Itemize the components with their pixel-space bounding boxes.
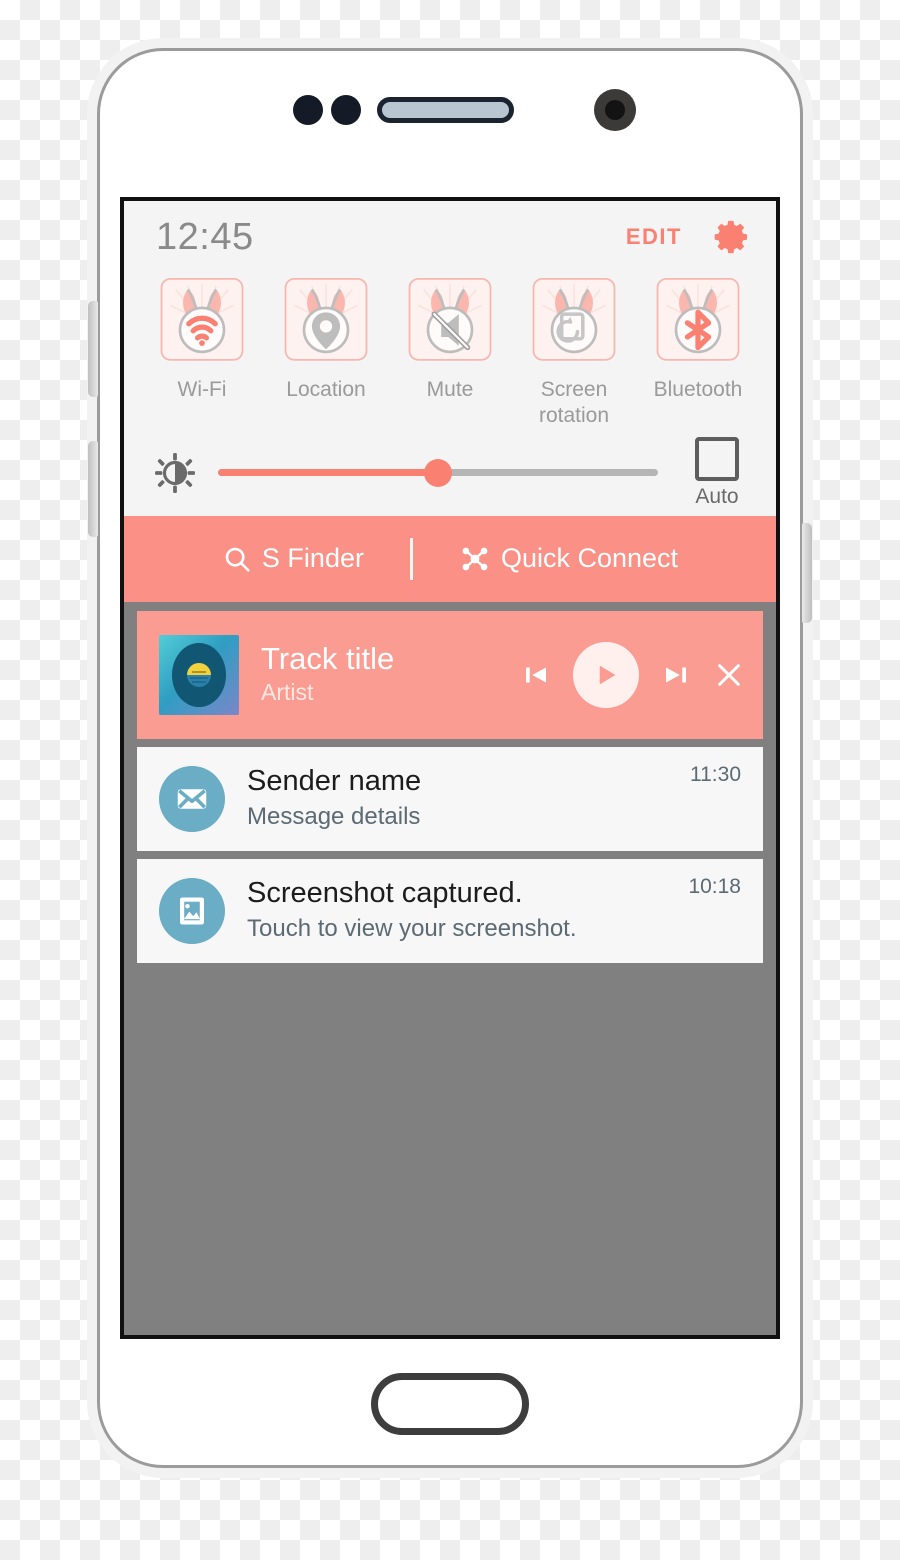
avatar [159,877,225,944]
wifi-badge [158,277,246,367]
brightness-icon [155,452,195,493]
next-track-icon [666,667,686,682]
quick-toggle-label: Location [286,378,366,401]
envelope-icon [177,788,207,809]
quick-toggle-label: Wi-Fi [177,378,227,401]
light-sensor-icon [331,95,361,125]
search-icon [225,547,250,572]
vinyl-record-art [159,634,239,715]
notification-title: Screenshot captured. [247,877,523,910]
phone-screen: 12:45 EDIT Wi-Fi Location Mute Screen ro… [120,197,780,1339]
notification-subtitle: Message details [247,802,421,830]
play-icon [599,665,616,684]
brightness-row: Auto [124,430,776,516]
mute-badge [406,277,494,367]
quick-toggle-bluetooth[interactable]: Bluetooth [642,277,754,430]
home-button[interactable] [371,1373,529,1435]
notification-title: Sender name [247,765,422,798]
notification-time: 10:18 [688,874,741,898]
quick-toggle-wifi[interactable]: Wi-Fi [146,277,258,430]
play-button[interactable] [573,641,639,708]
previous-track-icon [526,667,546,682]
s-finder-button[interactable]: S Finder [222,543,364,574]
checkbox-square[interactable] [695,436,739,481]
bluetooth-badge [654,277,742,367]
clock: 12:45 [156,216,254,258]
finder-bar: S Finder Quick Connect [124,515,776,602]
avatar [159,765,225,832]
location-pin-icon [284,278,368,361]
track-artist: Artist [261,679,314,706]
earpiece-speaker [377,97,514,123]
media-player-notification[interactable]: Track title Artist [137,610,763,739]
screen-rotation-badge [530,277,618,367]
phone-device: 12:45 EDIT Wi-Fi Location Mute Screen ro… [88,48,812,1468]
quick-toggle-mute[interactable]: Mute [394,277,506,430]
notification-area: Track title Artist Sender name Message d… [124,601,776,963]
close-media-button[interactable] [713,659,745,691]
quick-toggle-label: Mute [426,378,474,401]
s-finder-label: S Finder [261,543,364,573]
quick-toggle-label: Bluetooth [653,378,743,401]
quick-toggle-screen-rotation[interactable]: Screen rotation [518,277,630,430]
slider-knob[interactable] [424,458,452,487]
edit-button[interactable]: EDIT [626,224,682,250]
volume-up-button[interactable] [88,301,98,397]
notification-body: Sender name Message details [247,765,676,831]
notification-body: Screenshot captured. Touch to view your … [247,877,674,943]
front-camera-icon [594,89,636,131]
media-text: Track title Artist [261,641,521,709]
wifi-icon [160,278,244,361]
album-art [159,634,239,715]
quick-toggles-row: Wi-Fi Location Mute Screen rotation Blue… [124,273,776,430]
proximity-sensor-icon [293,95,323,125]
quick-connect-icon [462,547,488,570]
gear-icon[interactable] [712,217,752,257]
auto-brightness-checkbox[interactable]: Auto [684,436,750,509]
notification-time: 11:30 [690,762,741,786]
next-track-button[interactable] [661,660,691,690]
notification-row-screenshot[interactable]: Screenshot captured. Touch to view your … [137,858,763,963]
quick-connect-label: Quick Connect [500,543,679,573]
divider [409,537,413,580]
close-icon [718,663,740,686]
quick-settings-panel: 12:45 EDIT Wi-Fi Location Mute Screen ro… [124,201,776,516]
quick-connect-button[interactable]: Quick Connect [459,543,678,575]
power-button[interactable] [802,523,812,623]
quick-toggle-label: Screen rotation [538,378,610,428]
screen-rotation-icon [532,278,616,361]
brightness-slider[interactable] [218,453,658,493]
quick-toggle-location[interactable]: Location [270,277,382,430]
previous-track-button[interactable] [521,660,551,690]
bluetooth-icon [656,278,740,361]
image-icon [180,897,204,924]
media-controls [521,641,745,708]
mute-icon [408,278,492,361]
auto-label: Auto [695,484,739,508]
location-badge [282,277,370,367]
slider-fill [218,469,438,476]
notification-row-message[interactable]: Sender name Message details 11:30 [137,746,763,851]
volume-down-button[interactable] [88,441,98,537]
track-title: Track title [261,640,395,676]
status-row: 12:45 EDIT [124,201,776,273]
notification-subtitle: Touch to view your screenshot. [247,914,577,942]
